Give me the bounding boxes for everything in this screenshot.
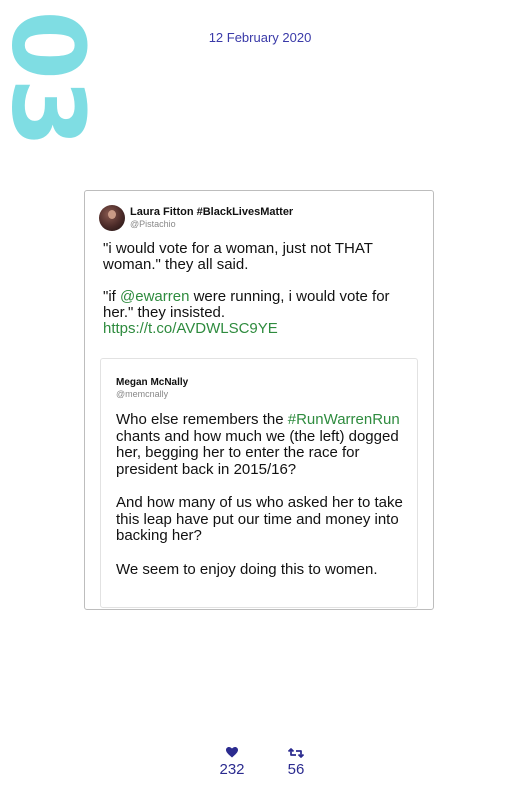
likes-stat[interactable]: 232 xyxy=(207,747,257,779)
quoted-text-segment: chants and how much we (the left) dogged… xyxy=(116,427,399,478)
quoted-paragraph: Who else remembers the #RunWarrenRun cha… xyxy=(116,411,412,478)
tweet-card: Laura Fitton #BlackLivesMatter @Pistachi… xyxy=(84,190,434,610)
quoted-paragraph: And how many of us who asked her to take… xyxy=(116,494,403,544)
tweet-paragraph: "i would vote for a woman, just not THAT… xyxy=(103,240,373,273)
mention-link[interactable]: @ewarren xyxy=(120,288,189,305)
retweets-stat[interactable]: 56 xyxy=(271,747,321,779)
heart-icon[interactable] xyxy=(207,747,257,761)
retweets-count: 56 xyxy=(287,761,305,778)
quoted-display-name[interactable]: Megan McNally xyxy=(116,376,188,389)
quoted-text-segment: Who else remembers the xyxy=(116,411,288,428)
likes-count: 232 xyxy=(219,761,245,778)
avatar[interactable] xyxy=(99,205,125,231)
tweet-text: "i would vote for a woman, just not THAT… xyxy=(103,241,415,337)
tweet-author[interactable]: Laura Fitton #BlackLivesMatter @Pistachi… xyxy=(99,205,293,231)
author-display-name[interactable]: Laura Fitton #BlackLivesMatter xyxy=(130,206,293,219)
tweet-paragraph: "if @ewarren were running, i would vote … xyxy=(103,289,415,337)
tweet-text-segment: "if xyxy=(103,288,120,305)
author-handle[interactable]: @Pistachio xyxy=(130,219,293,230)
author-names: Laura Fitton #BlackLivesMatter @Pistachi… xyxy=(130,206,293,230)
retweet-icon[interactable] xyxy=(271,747,321,761)
quoted-paragraph: We seem to enjoy doing this to women. xyxy=(116,560,378,578)
quoted-handle[interactable]: @memcnally xyxy=(116,389,168,400)
tweet-date: 12 February 2020 xyxy=(208,30,312,45)
tweet-url-link[interactable]: https://t.co/AVDWLSC9YE xyxy=(103,320,278,337)
quoted-tweet[interactable]: Megan McNally @memcnally Who else rememb… xyxy=(100,358,418,608)
quoted-tweet-text: Who else remembers the #RunWarrenRun cha… xyxy=(116,411,412,578)
hashtag-link[interactable]: #RunWarrenRun xyxy=(288,411,400,428)
